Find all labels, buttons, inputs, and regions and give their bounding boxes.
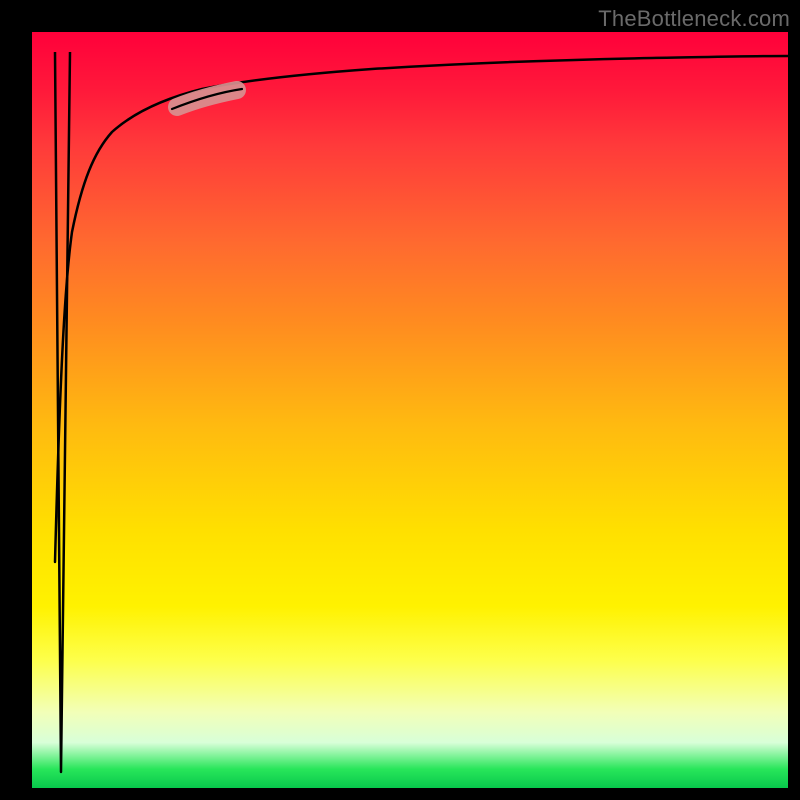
chart-frame: TheBottleneck.com [0,0,800,800]
plot-area [32,32,788,788]
attribution-text: TheBottleneck.com [598,6,790,32]
